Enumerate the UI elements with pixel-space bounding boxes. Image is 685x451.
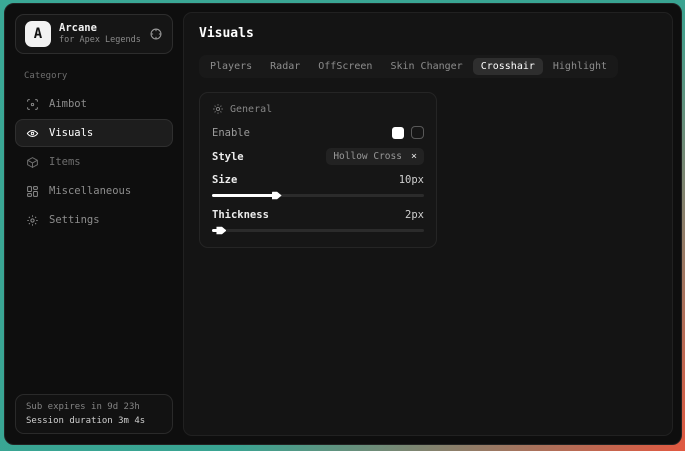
size-row: Size 10px <box>212 174 424 186</box>
size-label: Size <box>212 174 237 186</box>
thickness-slider[interactable] <box>212 229 424 232</box>
color-swatch[interactable] <box>392 127 404 139</box>
sidebar-item-label: Visuals <box>49 127 93 139</box>
thickness-slider-fill <box>212 229 220 232</box>
main-panel: Visuals Players Radar OffScreen Skin Cha… <box>183 12 673 436</box>
style-row: Style Hollow Cross × <box>212 148 424 165</box>
sidebar-item-label: Settings <box>49 214 100 226</box>
brand-logo: A <box>25 21 51 47</box>
general-settings-card: General Enable Style Hollow Cross × Size… <box>199 92 437 248</box>
tab-highlight[interactable]: Highlight <box>545 58 615 75</box>
enable-row: Enable <box>212 126 424 139</box>
enable-controls <box>392 126 424 139</box>
thickness-label: Thickness <box>212 209 269 221</box>
general-card-title: General <box>230 104 272 115</box>
brand-card: A Arcane for Apex Legends <box>15 14 173 54</box>
sub-expiry-text: Sub expires in 9d 23h <box>26 402 162 412</box>
general-card-header: General <box>212 103 424 115</box>
brand-text: Arcane for Apex Legends <box>59 22 141 47</box>
style-value: Hollow Cross <box>333 151 402 162</box>
items-package-icon <box>26 156 39 169</box>
size-value: 10px <box>399 174 424 186</box>
crosshair-target-icon[interactable] <box>149 27 163 41</box>
sidebar-item-settings[interactable]: Settings <box>15 206 173 234</box>
sidebar-item-miscellaneous[interactable]: Miscellaneous <box>15 177 173 205</box>
tab-crosshair[interactable]: Crosshair <box>473 58 543 75</box>
brand-name: Arcane <box>59 22 141 36</box>
miscellaneous-grid-icon <box>26 185 39 198</box>
settings-gear-icon <box>26 214 39 227</box>
session-duration-text: Session duration 3m 4s <box>26 416 162 426</box>
enable-label: Enable <box>212 127 250 139</box>
tab-radar[interactable]: Radar <box>262 58 308 75</box>
thickness-row: Thickness 2px <box>212 209 424 221</box>
visuals-tabstrip: Players Radar OffScreen Skin Changer Cro… <box>199 55 618 78</box>
size-slider[interactable] <box>212 194 424 197</box>
sidebar-item-label: Miscellaneous <box>49 185 131 197</box>
clear-style-icon[interactable]: × <box>411 152 417 162</box>
sidebar-item-visuals[interactable]: Visuals <box>15 119 173 147</box>
tab-skin-changer[interactable]: Skin Changer <box>382 58 470 75</box>
general-sun-icon <box>212 103 224 115</box>
size-slider-fill <box>212 194 276 197</box>
sidebar-item-items[interactable]: Items <box>15 148 173 176</box>
style-label: Style <box>212 151 244 163</box>
size-slider-thumb[interactable] <box>272 191 282 201</box>
aimbot-scan-icon <box>26 98 39 111</box>
sidebar-item-aimbot[interactable]: Aimbot <box>15 90 173 118</box>
enable-checkbox[interactable] <box>411 126 424 139</box>
tab-players[interactable]: Players <box>202 58 260 75</box>
thickness-slider-thumb[interactable] <box>216 226 226 236</box>
sidebar-item-label: Items <box>49 156 81 168</box>
tab-offscreen[interactable]: OffScreen <box>310 58 380 75</box>
page-title: Visuals <box>199 26 657 41</box>
category-label: Category <box>24 71 173 81</box>
app-window: A Arcane for Apex Legends Category Aimbo… <box>4 3 682 445</box>
subscription-info-card: Sub expires in 9d 23h Session duration 3… <box>15 394 173 434</box>
sidebar-item-label: Aimbot <box>49 98 87 110</box>
brand-subtitle: for Apex Legends <box>59 35 141 46</box>
thickness-value: 2px <box>405 209 424 221</box>
sidebar: A Arcane for Apex Legends Category Aimbo… <box>5 4 183 444</box>
style-select-chip[interactable]: Hollow Cross × <box>326 148 424 165</box>
visuals-eye-icon <box>26 127 39 140</box>
